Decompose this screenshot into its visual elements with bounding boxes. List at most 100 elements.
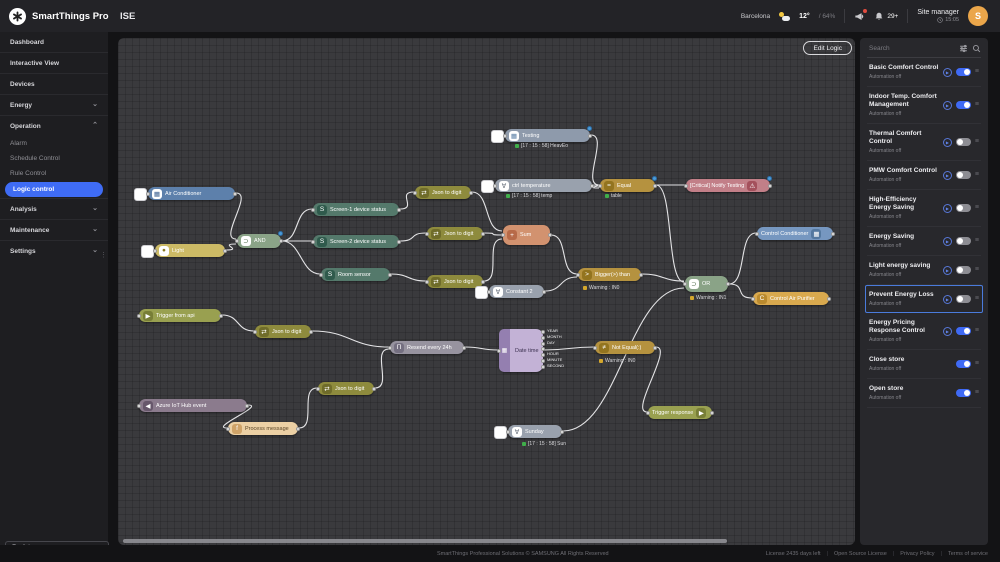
- sidebar-item-analysis[interactable]: Analysis⌄: [0, 198, 108, 219]
- output-port[interactable]: [397, 240, 401, 244]
- input-port[interactable]: [388, 346, 392, 350]
- logic-canvas[interactable]: Edit Logic ▦Testing∀ctrl temperature=Equ…: [118, 38, 855, 545]
- sidebar-item-energy[interactable]: Energy⌄: [0, 94, 108, 115]
- output-port[interactable]: [219, 314, 223, 318]
- footer-link-privacy-policy[interactable]: Privacy Policy: [900, 551, 934, 557]
- automation-row-prevent-energy-loss[interactable]: Prevent Energy LossAutomation off▶≡: [865, 285, 983, 313]
- output-port[interactable]: [653, 346, 657, 350]
- node-date-time[interactable]: ▦Date timeYEARMONTHDAYHOURMINUTESECOND: [499, 329, 543, 372]
- output-port[interactable]: [397, 208, 401, 212]
- output-port[interactable]: [590, 184, 594, 188]
- node-control-conditioner[interactable]: Control Conditioner▦: [757, 227, 833, 240]
- output-port[interactable]: [309, 330, 313, 334]
- edit-logic-button[interactable]: Edit Logic: [803, 41, 852, 55]
- play-button[interactable]: ▶: [943, 327, 952, 336]
- output-port[interactable]: [726, 282, 730, 286]
- bell-icon[interactable]: 29+: [874, 11, 898, 22]
- output-port[interactable]: [279, 239, 283, 243]
- play-button[interactable]: ▶: [943, 204, 952, 213]
- input-port[interactable]: [683, 282, 687, 286]
- input-port[interactable]: [646, 411, 650, 415]
- canvas-horizontal-scrollbar[interactable]: [123, 539, 727, 543]
- input-port[interactable]: [137, 404, 141, 408]
- search-input[interactable]: [867, 44, 955, 53]
- play-button[interactable]: ▶: [943, 171, 952, 180]
- automation-row-light-energy-saving[interactable]: Light energy savingAutomation off▶≡: [867, 256, 981, 285]
- node-testing[interactable]: ▦Testing: [505, 129, 590, 142]
- drag-handle-icon[interactable]: ≡: [975, 361, 979, 367]
- sidebar-item-interactive-view[interactable]: Interactive View: [0, 52, 108, 73]
- toggle-on[interactable]: [956, 101, 971, 109]
- input-port[interactable]: [425, 280, 429, 284]
- sidebar-item-schedule-control[interactable]: Schedule Control: [0, 151, 108, 166]
- drag-handle-icon[interactable]: ≡: [975, 69, 979, 75]
- automation-row-pmw-comfort-control[interactable]: PMW Comfort ControlAutomation off▶≡: [867, 161, 981, 190]
- output-port[interactable]: [223, 249, 227, 253]
- sidebar-item-alarm[interactable]: Alarm: [0, 136, 108, 151]
- input-port[interactable]: [598, 184, 602, 188]
- play-button[interactable]: ▶: [943, 68, 952, 77]
- play-button[interactable]: ▶: [943, 101, 952, 110]
- automation-row-energy-pricing-response-control[interactable]: Energy Pricing Response ControlAutomatio…: [867, 313, 981, 350]
- node-json-to-digit-1[interactable]: ⇄Json to digit: [415, 186, 471, 199]
- megaphone-icon[interactable]: [854, 11, 865, 22]
- play-button[interactable]: ▶: [943, 295, 952, 304]
- automation-row-indoor-temp-comfort-management[interactable]: Indoor Temp. Comfort ManagementAutomatio…: [867, 87, 981, 124]
- input-port[interactable]: [493, 184, 497, 188]
- drag-handle-icon[interactable]: ≡: [975, 267, 979, 273]
- node-constant-2[interactable]: ∀Constant 2: [489, 285, 544, 298]
- input-port[interactable]: [226, 427, 230, 431]
- toggle-off[interactable]: [956, 138, 971, 146]
- node-json-to-digit-4[interactable]: ⇄Json to digit: [255, 325, 311, 338]
- node-azure-iot-hub-event[interactable]: ◀Azure IoT Hub event: [139, 399, 247, 412]
- automation-row-energy-saving[interactable]: Energy SavingAutomation off▶≡: [867, 227, 981, 256]
- sidebar-item-devices[interactable]: Devices: [0, 73, 108, 94]
- output-port[interactable]: [469, 191, 473, 195]
- filter-icon[interactable]: [959, 44, 968, 53]
- sidebar-item-rule-control[interactable]: Rule Control: [0, 166, 108, 181]
- node-json-to-digit-3[interactable]: ⇄Json to digit: [427, 275, 483, 288]
- drag-handle-icon[interactable]: ≡: [975, 139, 979, 145]
- node-resend-every-24h[interactable]: ΠResend every 24h: [390, 341, 464, 354]
- input-port[interactable]: [593, 346, 597, 350]
- sidebar-item-logic-control[interactable]: Logic control: [5, 182, 103, 197]
- input-port[interactable]: [153, 249, 157, 253]
- footer-link-terms-of-service[interactable]: Terms of service: [948, 551, 988, 557]
- output-port[interactable]: [296, 427, 300, 431]
- output-port[interactable]: [541, 330, 545, 334]
- node-screen-1-device-status[interactable]: SScreen-1 device status: [313, 203, 399, 216]
- drag-handle-icon[interactable]: ≡: [975, 390, 979, 396]
- automation-row-high-efficiency-energy-saving[interactable]: High-Efficiency Energy SavingAutomation …: [867, 190, 981, 227]
- output-port[interactable]: [588, 134, 592, 138]
- input-port[interactable]: [487, 290, 491, 294]
- node-trigger-response[interactable]: Trigger response▶: [648, 406, 712, 419]
- output-port[interactable]: [560, 430, 564, 434]
- avatar[interactable]: S: [968, 6, 988, 26]
- output-port[interactable]: [768, 184, 772, 188]
- node-trigger-from-api[interactable]: ▶Trigger from api: [139, 309, 221, 322]
- toggle-on[interactable]: [956, 360, 971, 368]
- node-control-air-purifier[interactable]: CControl Air Purifier: [753, 292, 829, 305]
- node-light[interactable]: ●Light: [155, 244, 225, 257]
- output-port[interactable]: [388, 273, 392, 277]
- footer-link-open-source-license[interactable]: Open Source License: [834, 551, 887, 557]
- input-port[interactable]: [497, 349, 501, 353]
- automation-row-thermal-comfort-control[interactable]: Thermal Comfort ControlAutomation off▶≡: [867, 124, 981, 161]
- play-button[interactable]: ▶: [943, 138, 952, 147]
- search-icon[interactable]: [972, 44, 981, 53]
- input-port[interactable]: [235, 239, 239, 243]
- toggle-on[interactable]: [956, 68, 971, 76]
- node-json-to-digit-5[interactable]: ⇄Json to digit: [318, 382, 374, 395]
- input-port[interactable]: [253, 330, 257, 334]
- output-port[interactable]: [831, 232, 835, 236]
- node-and[interactable]: ⊃AND: [237, 234, 281, 248]
- input-port[interactable]: [425, 232, 429, 236]
- input-port[interactable]: [501, 233, 505, 237]
- output-port[interactable]: [233, 192, 237, 196]
- toggle-off[interactable]: [956, 204, 971, 212]
- sidebar-item-operation[interactable]: Operation⌃: [0, 115, 108, 136]
- output-port[interactable]: [245, 404, 249, 408]
- input-port[interactable]: [146, 192, 150, 196]
- toggle-off[interactable]: [956, 237, 971, 245]
- node-screen-2-device-status[interactable]: SScreen-2 device status: [313, 235, 399, 248]
